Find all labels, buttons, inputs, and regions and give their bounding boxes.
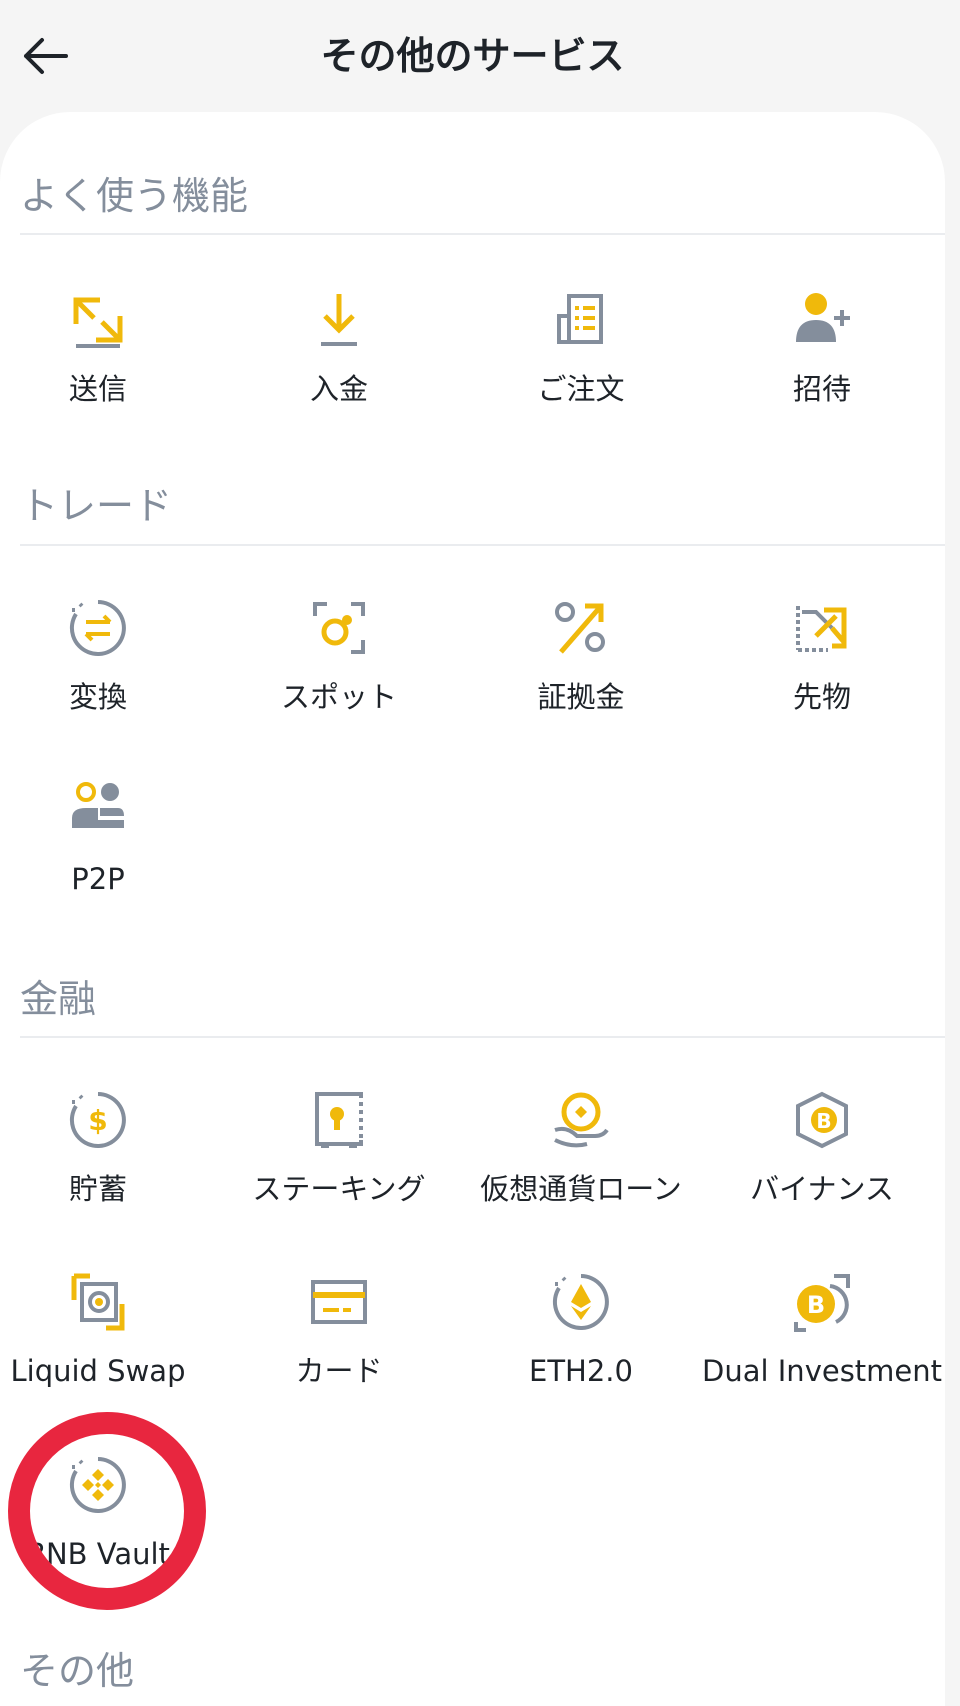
service-label: P2P [71, 862, 125, 896]
divider [20, 1036, 945, 1038]
p2p-icon [72, 782, 124, 828]
margin-icon [555, 602, 605, 654]
invite-icon [796, 293, 850, 342]
service-label: ETH2.0 [529, 1354, 633, 1388]
service-label: カード [295, 1354, 383, 1388]
service-label: バイナンス [750, 1172, 894, 1206]
service-liquid-swap[interactable]: Liquid Swap [0, 1272, 218, 1422]
staking-icon [315, 1092, 363, 1148]
service-futures[interactable]: 先物 [702, 598, 942, 748]
section-title-frequent: よく使う機能 [20, 174, 249, 218]
service-label: Dual Investment [702, 1354, 943, 1388]
service-deposit[interactable]: 入金 [219, 290, 459, 440]
top-bar: その他のサービス [0, 0, 960, 112]
crypto-loan-icon [554, 1092, 609, 1148]
convert-icon [69, 600, 126, 656]
spot-icon [313, 602, 365, 654]
eth2-icon [552, 1274, 609, 1330]
service-label: 変換 [68, 680, 127, 714]
service-margin[interactable]: 証拠金 [461, 598, 701, 748]
service-label: 送信 [68, 372, 127, 406]
service-label: 仮想通貨ローン [480, 1172, 682, 1206]
dual-investment-icon: B [794, 1274, 850, 1332]
page-title: その他のサービス [320, 34, 625, 78]
service-bnb-vault[interactable]: BNB Vault [0, 1455, 218, 1605]
service-label: ご注文 [537, 372, 625, 406]
service-label: 貯蓄 [68, 1172, 127, 1206]
service-card[interactable]: カード [219, 1272, 459, 1422]
service-crypto-loan[interactable]: 仮想通貨ローン [461, 1090, 701, 1240]
service-staking[interactable]: ステーキング [219, 1090, 459, 1240]
orders-icon [557, 294, 603, 344]
deposit-icon [321, 294, 357, 346]
savings-icon: $ [69, 1092, 126, 1148]
service-label: 証拠金 [537, 680, 625, 714]
svg-text:B: B [816, 1109, 831, 1133]
binance-pool-icon: B [796, 1091, 848, 1149]
service-label: 先物 [792, 680, 851, 714]
svg-text:B: B [807, 1291, 825, 1319]
bnb-vault-icon [69, 1457, 126, 1513]
section-title-finance: 金融 [20, 977, 97, 1021]
send-icon [73, 297, 123, 348]
section-title-other: その他 [20, 1649, 135, 1693]
service-orders[interactable]: ご注文 [461, 290, 701, 440]
service-savings[interactable]: $ 貯蓄 [0, 1090, 218, 1240]
service-label: 招待 [792, 372, 851, 406]
divider [20, 544, 945, 546]
service-send[interactable]: 送信 [0, 290, 218, 440]
card-icon [311, 1280, 367, 1324]
service-binance-pool[interactable]: B バイナンス [702, 1090, 942, 1240]
service-label: Liquid Swap [10, 1354, 186, 1388]
service-label: 入金 [309, 372, 368, 406]
liquid-swap-icon [71, 1273, 125, 1331]
futures-icon [796, 606, 847, 652]
section-title-trade: トレード [20, 484, 173, 528]
svg-text:$: $ [88, 1104, 107, 1137]
service-label: スポット [280, 680, 397, 714]
service-p2p[interactable]: P2P [0, 780, 218, 930]
service-invite[interactable]: 招待 [702, 290, 942, 440]
service-convert[interactable]: 変換 [0, 598, 218, 748]
service-label: ステーキング [252, 1172, 426, 1206]
service-eth2[interactable]: ETH2.0 [461, 1272, 701, 1422]
service-dual-investment[interactable]: B Dual Investment [702, 1272, 942, 1422]
service-spot[interactable]: スポット [219, 598, 459, 748]
service-label: BNB Vault [26, 1537, 170, 1571]
divider [20, 233, 945, 235]
